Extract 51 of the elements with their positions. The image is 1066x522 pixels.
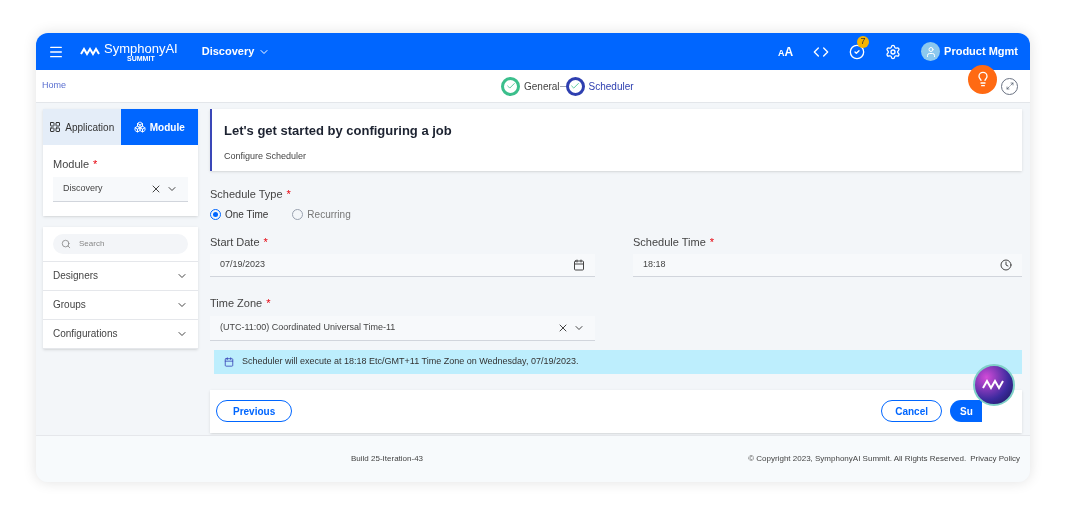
required-mark: * bbox=[93, 157, 98, 172]
calendar-icon bbox=[224, 356, 234, 367]
side-tab[interactable]: Application bbox=[43, 109, 121, 145]
time-field[interactable]: 18:18 bbox=[633, 254, 1022, 277]
step[interactable]: General bbox=[501, 76, 560, 96]
field-label: Schedule Time bbox=[633, 234, 706, 250]
check-icon bbox=[570, 81, 581, 91]
field-label: Start Date bbox=[210, 234, 260, 250]
required-mark: * bbox=[263, 234, 268, 250]
search-field[interactable]: Search bbox=[53, 233, 188, 254]
search-icon bbox=[61, 238, 71, 249]
date-field[interactable]: 07/19/2023 bbox=[210, 254, 595, 277]
expand-icon bbox=[1005, 82, 1014, 90]
check-icon bbox=[505, 81, 516, 91]
settings-icon[interactable] bbox=[885, 43, 902, 60]
grid-icon bbox=[49, 121, 62, 133]
radio-label: One Time bbox=[225, 207, 269, 222]
logo-icon bbox=[982, 378, 1006, 392]
info-text: Scheduler will execute at 18:18 Etc/GMT+11 Time Zone on Wednesday, 07/19/2023. bbox=[242, 354, 579, 368]
module-select[interactable]: Discovery bbox=[53, 176, 188, 202]
step[interactable]: Scheduler bbox=[565, 76, 634, 96]
nav-item[interactable]: Groups bbox=[43, 290, 198, 320]
intro-subtitle: Configure Scheduler bbox=[224, 149, 308, 163]
logo-icon bbox=[80, 45, 100, 58]
build-label: Build 25-Iteration-43 bbox=[351, 453, 424, 465]
avatar-icon bbox=[921, 42, 941, 61]
clock-icon[interactable] bbox=[1000, 259, 1012, 271]
count-badge: 7 bbox=[857, 35, 870, 48]
radio-label: Recurring bbox=[307, 207, 351, 222]
required-mark: * bbox=[266, 296, 271, 311]
intro-title: Let's get started by configuring a job bbox=[224, 122, 453, 140]
field-label: Schedule Type bbox=[210, 187, 283, 202]
cubes-icon bbox=[133, 121, 146, 133]
required-mark: * bbox=[709, 234, 715, 250]
breadcrumb-link[interactable]: Home bbox=[42, 79, 66, 93]
nav-item[interactable]: Designers bbox=[43, 261, 198, 291]
submit-button[interactable]: Su bbox=[950, 400, 982, 422]
required-mark: * bbox=[286, 187, 291, 202]
field-label: Time Zone bbox=[210, 296, 263, 311]
user-name[interactable]: Product Mgmt bbox=[944, 43, 1018, 60]
font-size-button[interactable]: AA bbox=[777, 42, 794, 61]
calendar-icon[interactable] bbox=[573, 259, 585, 271]
brand-name: SymphonyAI bbox=[104, 41, 178, 55]
field-label: Module bbox=[53, 157, 90, 172]
timezone-select[interactable]: (UTC-11:00) Coordinated Universal Time-11 bbox=[210, 315, 595, 341]
privacy-link[interactable]: Privacy Policy bbox=[970, 453, 1020, 465]
copyright-text: © Copyright 2023, SymphonyAI Summit. All Rights Reserved. bbox=[748, 453, 967, 465]
nav-item[interactable]: Configurations bbox=[43, 319, 198, 349]
side-tab[interactable]: Module bbox=[120, 109, 198, 145]
module-dropdown[interactable]: Discovery bbox=[201, 43, 271, 60]
tasks-icon[interactable] bbox=[849, 43, 866, 60]
